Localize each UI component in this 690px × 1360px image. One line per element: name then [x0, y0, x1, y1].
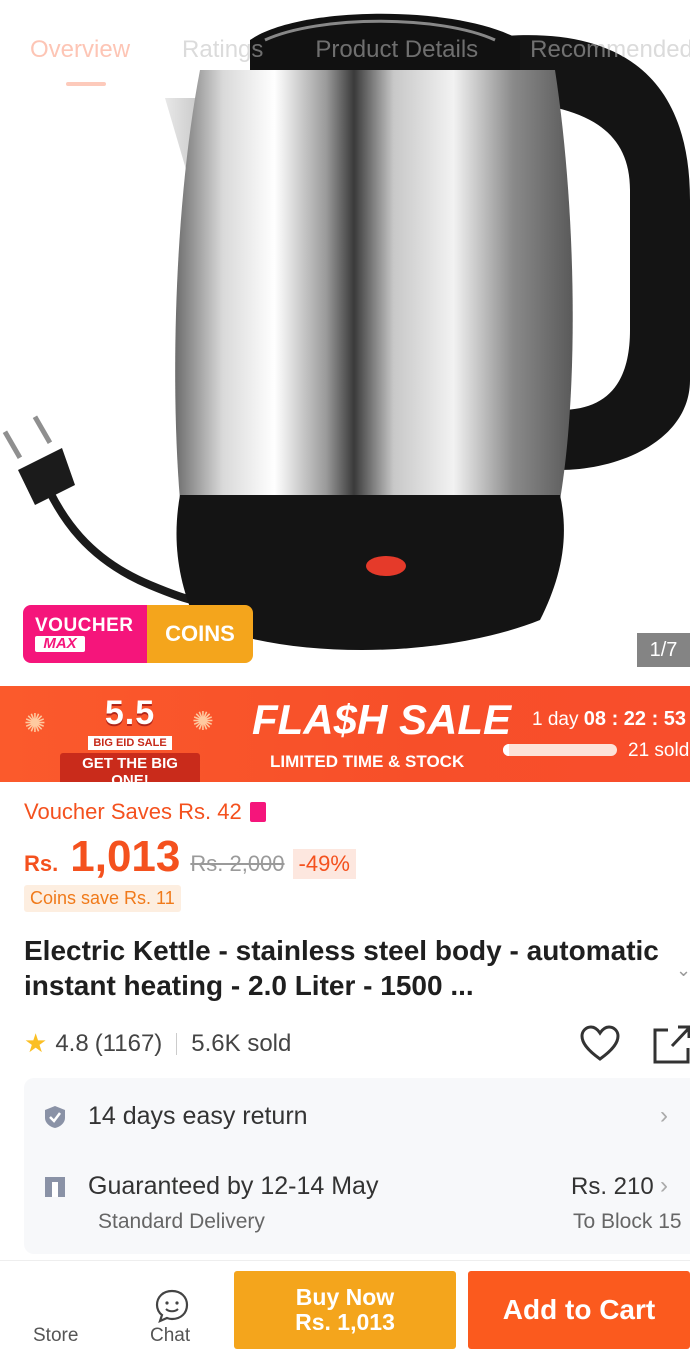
- return-chevron-icon[interactable]: ›: [660, 1102, 668, 1130]
- flash-sale-title: FLA$H SALE: [252, 696, 512, 743]
- rating-row[interactable]: ★ 4.8 (1167) 5.6K sold: [24, 1028, 291, 1059]
- tab-recommended[interactable]: Recommended: [530, 36, 690, 90]
- discount-badge: -49%: [292, 849, 356, 879]
- rating-value: 4.8: [55, 1029, 89, 1057]
- service-info-box: 14 days easy return › Guaranteed by 12-1…: [24, 1078, 690, 1254]
- event-date: 5.5: [104, 694, 156, 732]
- sold-progress-fill: [503, 744, 509, 756]
- voucher-label: VOUCHER: [35, 615, 134, 636]
- event-tagline: GET THE BIG ONE!: [60, 753, 200, 782]
- chat-icon[interactable]: [155, 1289, 189, 1323]
- delivery-chevron-icon[interactable]: ›: [660, 1172, 668, 1200]
- buy-now-button[interactable]: Buy Now Rs. 1,013: [234, 1271, 456, 1349]
- timer-time: 08 : 22 : 53: [583, 708, 687, 730]
- sold-progress-bar: [503, 744, 617, 756]
- sold-count: 5.6K sold: [191, 1029, 292, 1057]
- delivery-location: To Block 15: [573, 1210, 682, 1233]
- wishlist-heart-icon[interactable]: [580, 1025, 620, 1063]
- product-title: Electric Kettle - stainless steel body -…: [24, 935, 659, 1001]
- voucher-icon: [249, 802, 266, 822]
- divider: [176, 1032, 178, 1055]
- timer-days: 1 day: [532, 709, 579, 730]
- section-tabs: Overview Ratings Product Details Recomme…: [0, 0, 690, 90]
- voucher-saves-text: Voucher Saves Rs. 42: [24, 799, 242, 824]
- kettle-product-image: [2, 13, 690, 650]
- coins-save-badge: Coins save Rs. 11: [24, 885, 181, 912]
- delivery-guarantee-text: Guaranteed by 12-14 May: [88, 1172, 379, 1200]
- image-counter: 1/7: [637, 633, 690, 667]
- price-amount: 1,013: [70, 832, 181, 881]
- countdown-timer: 1 day 08 : 22 : 53: [532, 708, 686, 731]
- max-label: MAX: [35, 636, 85, 652]
- original-price: Rs. 2,000: [190, 851, 285, 876]
- product-image-gallery[interactable]: Overview Ratings Product Details Recomme…: [0, 0, 690, 686]
- buy-now-price: Rs. 1,013: [295, 1309, 395, 1335]
- bottom-action-bar: Store Chat Buy Now Rs. 1,013 Add to Cart: [0, 1260, 690, 1360]
- coins-label: COINS: [147, 605, 253, 663]
- delivery-row[interactable]: Guaranteed by 12-14 May: [44, 1172, 378, 1201]
- return-policy-row[interactable]: 14 days easy return: [44, 1102, 308, 1131]
- eid-sale-logo: 5.5 BIG EID SALE GET THE BIG ONE!: [60, 694, 200, 782]
- tab-ratings[interactable]: Ratings: [182, 36, 263, 90]
- voucher-saves[interactable]: Voucher Saves Rs. 42: [24, 799, 266, 825]
- voucher-max-label: VOUCHER MAX: [23, 605, 147, 663]
- review-count: (1167): [94, 1029, 163, 1057]
- add-to-cart-button[interactable]: Add to Cart: [468, 1271, 690, 1349]
- flash-sold-count: 21 sold: [628, 740, 690, 761]
- delivery-fee: Rs. 210: [571, 1173, 654, 1200]
- expand-title-chevron-icon[interactable]: ⌄: [676, 960, 690, 981]
- price-row: Rs. 1,013 Rs. 2,000 -49%: [24, 832, 356, 882]
- lantern-left-icon: ✺: [24, 708, 46, 738]
- tab-overview[interactable]: Overview: [30, 36, 130, 90]
- store-button[interactable]: Store: [33, 1325, 78, 1347]
- flash-sale-subtitle: LIMITED TIME & STOCK: [270, 752, 465, 771]
- shield-check-icon: [45, 1105, 65, 1128]
- flash-sale-banner[interactable]: ✺ ✺ 5.5 BIG EID SALE GET THE BIG ONE! FL…: [0, 686, 690, 782]
- share-icon[interactable]: [652, 1024, 690, 1064]
- tab-product-details[interactable]: Product Details: [315, 36, 478, 90]
- event-name: BIG EID SALE: [88, 736, 172, 750]
- star-icon: ★: [24, 1028, 48, 1058]
- delivery-type: Standard Delivery: [98, 1210, 265, 1233]
- buy-now-label: Buy Now: [295, 1284, 395, 1310]
- price-currency: Rs.: [24, 851, 59, 876]
- return-policy-text: 14 days easy return: [88, 1102, 308, 1130]
- chat-button[interactable]: Chat: [150, 1325, 190, 1347]
- package-icon: [45, 1176, 65, 1197]
- voucher-max-coins-badge: VOUCHER MAX COINS: [23, 605, 253, 663]
